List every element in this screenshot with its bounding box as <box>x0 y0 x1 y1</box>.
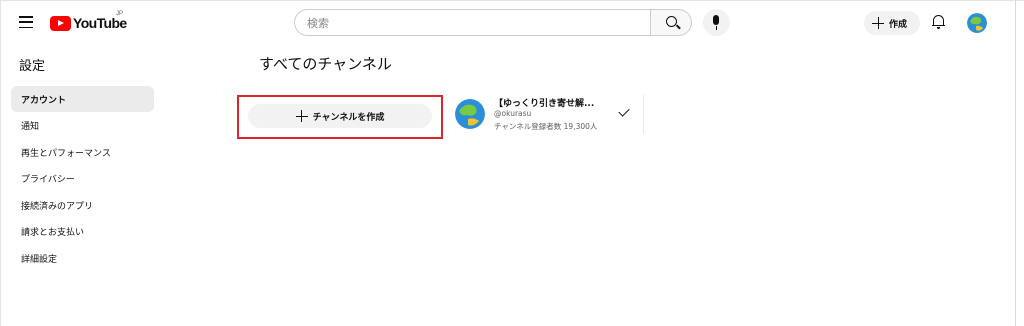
region-code: JP <box>116 11 124 17</box>
sidebar-item-label: 詳細設定 <box>21 254 58 265</box>
sidebar-item-label: 通知 <box>21 121 40 132</box>
logo-text: YouTube <box>73 15 127 31</box>
youtube-logo-icon <box>50 15 71 31</box>
sidebar-item-privacy[interactable]: プライバシー <box>11 165 154 191</box>
sidebar-item-advanced[interactable]: 詳細設定 <box>11 245 154 271</box>
sidebar-title: 設定 <box>19 59 46 74</box>
checkmark-icon <box>618 105 630 117</box>
plus-icon <box>872 17 884 29</box>
channel-name: 【ゆっくり引き寄せ解... <box>494 99 595 109</box>
plus-icon <box>295 110 308 122</box>
search-button[interactable] <box>650 9 692 36</box>
channel-avatar <box>455 99 485 129</box>
create-button[interactable]: 作成 <box>864 11 920 35</box>
sidebar-item-label: アカウント <box>21 95 67 106</box>
page-title: すべてのチャンネル <box>259 55 392 73</box>
sidebar-item-label: 接続済みのアプリ <box>21 201 94 212</box>
search-placeholder: 検索 <box>307 17 329 30</box>
create-channel-button[interactable]: チャンネルを作成 <box>248 104 432 128</box>
search-input[interactable]: 検索 <box>294 9 651 36</box>
sidebar-item-billing[interactable]: 請求とお支払い <box>11 218 154 244</box>
create-channel-label: チャンネルを作成 <box>312 112 385 123</box>
menu-icon[interactable] <box>16 12 36 32</box>
channel-subscribers: チャンネル登録者数 19,300人 <box>494 122 598 131</box>
create-label: 作成 <box>889 19 908 30</box>
sidebar-item-label: 再生とパフォーマンス <box>21 148 111 159</box>
voice-search-button[interactable] <box>703 9 730 36</box>
window-left-edge <box>0 0 1 326</box>
sidebar-item-label: プライバシー <box>21 174 75 185</box>
sidebar-item-notifications[interactable]: 通知 <box>11 112 154 138</box>
mic-icon <box>713 15 719 25</box>
sidebar-item-account[interactable]: アカウント <box>11 86 154 112</box>
masthead: YouTube JP 検索 作成 <box>0 0 1016 44</box>
divider <box>643 95 644 133</box>
avatar[interactable] <box>967 13 987 33</box>
sidebar-item-label: 請求とお支払い <box>21 227 85 238</box>
sidebar-item-playback[interactable]: 再生とパフォーマンス <box>11 139 154 165</box>
channel-handle: @okurasu <box>494 109 532 118</box>
sidebar-item-connected-apps[interactable]: 接続済みのアプリ <box>11 192 154 218</box>
search-icon <box>666 16 677 27</box>
window-right-edge <box>1015 0 1016 326</box>
bell-icon[interactable] <box>932 15 945 29</box>
